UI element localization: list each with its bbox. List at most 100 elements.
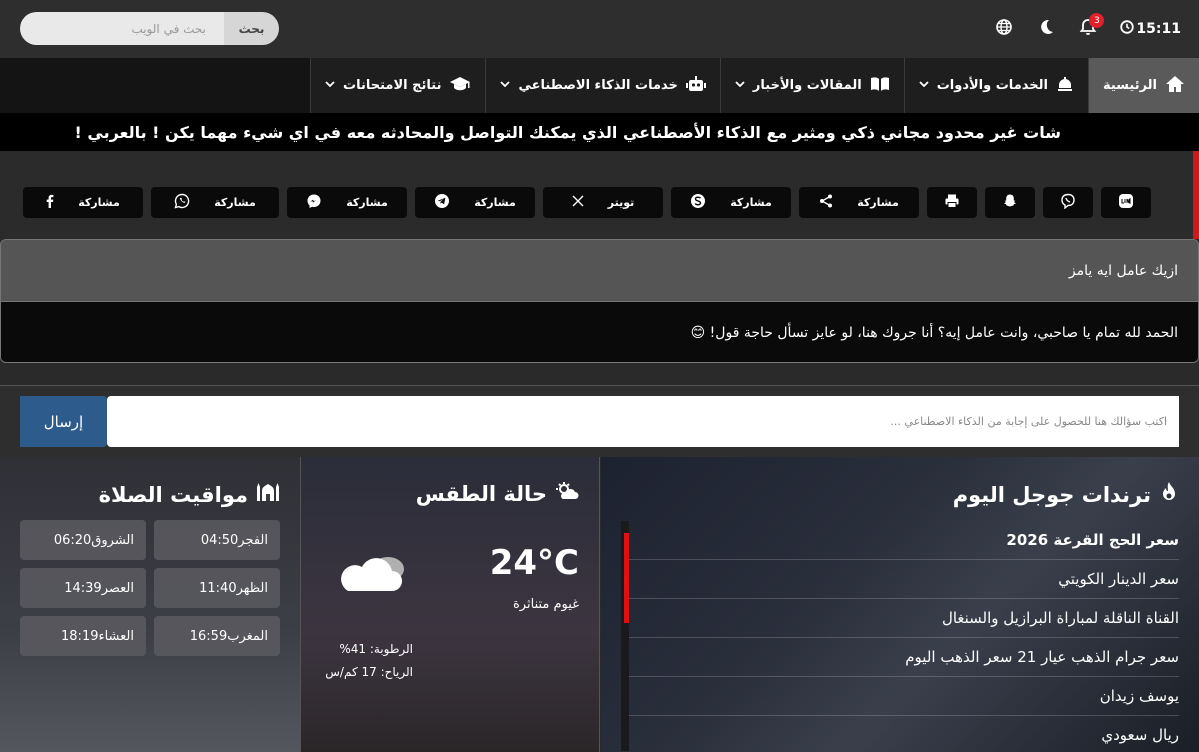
search-input[interactable] — [20, 12, 224, 45]
prayer-asr: العصر 14:39 — [20, 568, 146, 608]
prayer-time: 06:20 — [53, 532, 92, 548]
prayer-time: 16:59 — [189, 628, 228, 644]
humidity: الرطوبة: 41% — [339, 642, 413, 656]
viber-icon — [1060, 193, 1076, 212]
fire-icon — [1159, 481, 1179, 508]
book-icon — [870, 76, 890, 96]
send-button[interactable]: إرسال — [20, 396, 107, 447]
mosque-icon — [256, 481, 280, 508]
share-button-label: مشاركة — [346, 196, 388, 209]
share-viber-button[interactable] — [1043, 187, 1093, 218]
nav-item-label: خدمات الذكاء الاصطناعي — [518, 78, 678, 93]
sun-cloud-icon — [555, 481, 579, 506]
prayer-name: العصر — [101, 580, 134, 596]
trend-item[interactable]: سعر جرام الذهب عيار 21 سعر الذهب اليوم — [629, 638, 1179, 677]
chevron-down-icon — [500, 80, 511, 91]
line-icon — [1118, 193, 1134, 212]
prayer-title-text: مواقيت الصلاة — [98, 482, 248, 507]
share-generic-button[interactable]: مشاركة — [799, 187, 919, 218]
nav-item-articles[interactable]: المقالات والأخبار — [719, 58, 904, 113]
temperature: 24°C — [489, 543, 579, 583]
trends-title-text: ترندات جوجل اليوم — [952, 482, 1151, 507]
nav-item-label: الرئيسية — [1102, 78, 1157, 93]
chat-window: ازيك عامل ايه يامز الحمد لله تمام يا صاح… — [0, 239, 1199, 363]
prayer-name: الظهر — [236, 580, 268, 596]
prayer-time: 11:40 — [199, 580, 237, 596]
home-icon — [1165, 75, 1185, 97]
clock: 15:11 — [1120, 20, 1181, 38]
share-line-button[interactable] — [1101, 187, 1151, 218]
top-bar-tools: 15:11 3 — [994, 0, 1181, 58]
top-bar: 15:11 3 بحث — [0, 0, 1199, 58]
chat-input-bar: إرسال — [0, 385, 1199, 457]
prayer-maghrib: المغرب 16:59 — [154, 616, 280, 656]
headline-ticker: شات غير محدود مجاني ذكي ومثير مع الذكاء … — [0, 113, 1199, 151]
prayer-fajr: الفجر 04:50 — [154, 520, 280, 560]
globe-icon — [995, 18, 1013, 40]
trends-scrollbar[interactable] — [621, 521, 629, 751]
share-icon — [819, 194, 833, 211]
web-search: بحث — [20, 12, 279, 45]
share-bar: مشاركة مشاركة تويتر مشاركة مشاركة مشاركة… — [0, 151, 1199, 239]
nav-item-services[interactable]: الخدمات والأدوات — [903, 58, 1088, 113]
wind-speed: الرياح: 17 كم/س — [325, 665, 413, 679]
prayer-title: مواقيت الصلاة — [99, 481, 280, 508]
weather-condition: غيوم متناثرة — [513, 597, 579, 612]
clock-icon — [1120, 20, 1135, 38]
nav-item-label: نتائج الامتحانات — [343, 78, 442, 93]
chat-input[interactable] — [107, 396, 1179, 447]
nav-item-exam-results[interactable]: نتائج الامتحانات — [310, 58, 485, 113]
prayer-name: العشاء — [98, 628, 134, 644]
nav-spacer — [0, 58, 311, 113]
nav-item-label: الخدمات والأدوات — [936, 78, 1048, 93]
chevron-down-icon — [919, 80, 929, 91]
share-whatsapp-button[interactable]: مشاركة — [151, 187, 279, 218]
google-trends-widget: ترندات جوجل اليوم سعر الحج القرعة 2026 س… — [601, 457, 1199, 752]
prayer-name: المغرب — [227, 628, 268, 644]
share-button-label: مشاركة — [474, 196, 516, 209]
share-button-label: تويتر — [607, 196, 635, 209]
chevron-down-icon — [735, 80, 745, 91]
widgets-area: ترندات جوجل اليوم سعر الحج القرعة 2026 س… — [0, 457, 1199, 752]
cloud-icon — [336, 547, 408, 599]
prayer-isha: العشاء 18:19 — [20, 616, 146, 656]
trend-item[interactable]: القناة الناقلة لمباراة البرازيل والسنغال — [629, 599, 1179, 638]
notification-badge: 3 — [1089, 13, 1105, 28]
share-x-button[interactable]: تويتر — [543, 187, 663, 218]
trend-item[interactable]: سعر الدينار الكويتي — [629, 560, 1179, 599]
search-button[interactable]: بحث — [224, 12, 279, 45]
share-telegram-button[interactable]: مشاركة — [415, 187, 535, 218]
share-button-label: مشاركة — [214, 196, 256, 209]
user-message: ازيك عامل ايه يامز — [1, 240, 1198, 302]
moon-icon — [1037, 18, 1055, 40]
share-facebook-button[interactable]: مشاركة — [23, 187, 143, 218]
share-button-label: مشاركة — [78, 196, 120, 209]
messenger-icon — [306, 193, 322, 212]
nav-item-home[interactable]: الرئيسية — [1087, 58, 1199, 113]
trends-title: ترندات جوجل اليوم — [953, 481, 1179, 508]
telegram-icon — [434, 193, 450, 212]
trend-item[interactable]: سعر الحج القرعة 2026 — [629, 521, 1179, 560]
clock-time: 15:11 — [1136, 21, 1181, 37]
prayer-grid: الفجر 04:50 الشروق 06:20 الظهر 11:40 العصر 1… — [20, 520, 280, 656]
prayer-time: 14:39 — [64, 580, 102, 596]
prayer-time: 04:50 — [200, 532, 239, 548]
language-button[interactable] — [994, 19, 1014, 39]
main-nav: الرئيسية الخدمات والأدوات المقالات والأخ… — [0, 58, 1199, 113]
print-icon — [944, 193, 960, 212]
scrollbar-thumb[interactable] — [624, 533, 629, 623]
dark-mode-toggle[interactable] — [1036, 19, 1056, 39]
notifications-button[interactable]: 3 — [1078, 13, 1105, 39]
trends-list: سعر الحج القرعة 2026 سعر الدينار الكويتي… — [629, 521, 1179, 752]
trend-item[interactable]: يوسف زيدان — [629, 677, 1179, 716]
share-snapchat-button[interactable] — [985, 187, 1035, 218]
share-messenger-button[interactable]: مشاركة — [287, 187, 407, 218]
nav-item-ai-services[interactable]: خدمات الذكاء الاصطناعي — [485, 58, 719, 113]
share-skype-button[interactable]: مشاركة — [671, 187, 791, 218]
print-button[interactable] — [927, 187, 977, 218]
prayer-times-widget: مواقيت الصلاة الفجر 04:50 الشروق 06:20 الظ… — [0, 457, 300, 752]
trend-item[interactable]: ريال سعودي — [629, 716, 1179, 752]
bot-message: الحمد لله تمام يا صاحبي، وانت عامل إيه؟ … — [1, 302, 1198, 362]
robot-icon — [685, 75, 706, 96]
skype-icon — [690, 193, 706, 212]
